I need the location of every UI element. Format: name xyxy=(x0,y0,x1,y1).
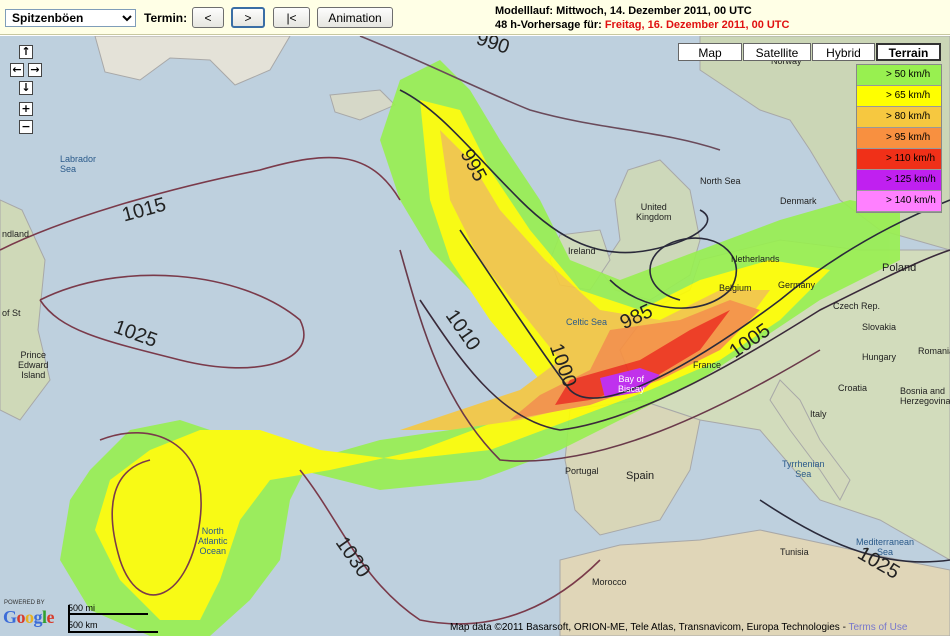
zoom-in-button[interactable]: + xyxy=(19,102,33,116)
legend-row: > 140 km/h xyxy=(857,191,941,212)
google-logo-o2: o xyxy=(25,607,34,627)
place-spain: Spain xyxy=(626,470,655,482)
map-copyright: Map data ©2011 Basarsoft, ORION-ME, Tele… xyxy=(450,622,907,633)
place-poland: Poland xyxy=(882,262,917,274)
place-slovakia: Slovakia xyxy=(862,322,897,332)
place-italy: Italy xyxy=(810,409,827,419)
place-czech-rep: Czech Rep. xyxy=(833,301,881,311)
google-logo-e: e xyxy=(46,607,55,627)
place-bosnia: Bosnia and Herzegovina xyxy=(900,386,950,406)
first-term-button[interactable]: |< xyxy=(273,7,310,28)
legend-label: > 95 km/h xyxy=(886,132,931,143)
place-celtic-sea: Celtic Sea xyxy=(566,317,608,327)
scale-bar: 500 mi 500 km xyxy=(68,603,160,633)
google-logo-o1: o xyxy=(16,607,26,627)
place-romania: Romania xyxy=(918,346,950,356)
map-type-satellite-button[interactable]: Satellite xyxy=(743,43,811,61)
legend-label: > 140 km/h xyxy=(886,195,936,206)
animation-button[interactable]: Animation xyxy=(317,7,393,28)
map-type-terrain-button[interactable]: Terrain xyxy=(876,43,941,61)
place-labrador-sea: Labrador Sea xyxy=(60,154,97,174)
place-croatia: Croatia xyxy=(838,383,868,393)
iceland-land xyxy=(329,89,396,121)
legend-row: > 50 km/h xyxy=(857,65,941,86)
google-logo-g2: g xyxy=(33,607,43,627)
legend-row: > 110 km/h xyxy=(857,149,941,170)
pan-left-button[interactable]: ← xyxy=(10,63,24,77)
legend-label: > 110 km/h xyxy=(886,153,936,164)
legend-row: > 125 km/h xyxy=(857,170,941,191)
google-logo-g: G xyxy=(3,607,17,627)
gust-legend: > 50 km/h > 65 km/h > 80 km/h > 95 km/h > 11… xyxy=(856,64,942,213)
legend-row: > 65 km/h xyxy=(857,86,941,107)
scale-km: 500 km xyxy=(68,620,98,630)
place-germany: Germany xyxy=(778,280,816,290)
legend-label: > 80 km/h xyxy=(886,111,931,122)
prev-term-button[interactable]: < xyxy=(192,7,224,28)
map-canvas[interactable]: 990 995 1015 1025 1010 1000 985 1005 103… xyxy=(0,36,950,636)
place-morocco: Morocco xyxy=(592,577,627,587)
place-tyrrhenian-sea: Tyrrhenian Sea xyxy=(782,459,825,479)
place-netherlands: Netherlands xyxy=(731,254,780,264)
scale-mi: 500 mi xyxy=(68,603,96,613)
pan-down-button[interactable]: ↓ xyxy=(19,81,33,95)
place-gulf-st: of St xyxy=(2,308,21,318)
legend-label: > 125 km/h xyxy=(886,174,936,185)
place-bay-of-biscay: Bay of Biscay xyxy=(618,374,645,394)
place-newfoundland: ndland xyxy=(2,229,30,239)
legend-row: > 95 km/h xyxy=(857,128,941,149)
place-prince-edward-island: Prince Edward Island xyxy=(18,350,49,380)
place-tunisia: Tunisia xyxy=(780,547,809,557)
model-run-text: Modelllauf: Mittwoch, 14. Dezember 2011,… xyxy=(495,5,752,17)
isobar-1025-line xyxy=(39,274,305,369)
pan-up-button[interactable]: ↑ xyxy=(19,45,33,59)
scale-line-km xyxy=(68,631,158,633)
place-hungary: Hungary xyxy=(862,352,897,362)
forecast-date: Freitag, 16. Dezember 2011, 00 UTC xyxy=(604,19,790,31)
place-north-atlantic-ocean: North Atlantic Ocean xyxy=(198,526,228,556)
product-select[interactable]: Spitzenböen xyxy=(5,9,136,27)
greenland-land xyxy=(94,36,291,86)
legend-label: > 50 km/h xyxy=(886,69,931,80)
scale-line-mi xyxy=(68,613,148,615)
place-belgium: Belgium xyxy=(719,283,752,293)
copyright-text: Map data ©2011 Basarsoft, ORION-ME, Tele… xyxy=(450,622,849,633)
place-mediterranean-sea: Mediterranean Sea xyxy=(856,537,915,557)
legend-row: > 80 km/h xyxy=(857,107,941,128)
place-north-sea: North Sea xyxy=(700,176,741,186)
place-portugal: Portugal xyxy=(565,466,599,476)
map-type-map-button[interactable]: Map xyxy=(678,43,742,61)
place-france: France xyxy=(693,360,722,370)
powered-by-text: POWERED BY xyxy=(4,600,45,606)
toolbar: Spitzenböen Termin: < > |< Animation Mod… xyxy=(0,0,950,35)
forecast-text: 48 h-Vorhersage für: Freitag, 16. Dezemb… xyxy=(495,19,789,31)
google-logo[interactable]: Google xyxy=(3,607,55,628)
terms-of-use-link[interactable]: Terms of Use xyxy=(849,622,908,633)
place-denmark: Denmark xyxy=(780,196,817,206)
legend-label: > 65 km/h xyxy=(886,90,931,101)
place-ireland: Ireland xyxy=(568,246,596,256)
termin-label: Termin: xyxy=(144,11,188,25)
forecast-prefix: 48 h-Vorhersage für: xyxy=(495,19,605,31)
place-united-kingdom: United Kingdom xyxy=(636,202,672,222)
zoom-out-button[interactable]: − xyxy=(19,120,33,134)
next-term-button[interactable]: > xyxy=(231,7,265,28)
pan-right-button[interactable]: → xyxy=(28,63,42,77)
map-type-hybrid-button[interactable]: Hybrid xyxy=(812,43,875,61)
